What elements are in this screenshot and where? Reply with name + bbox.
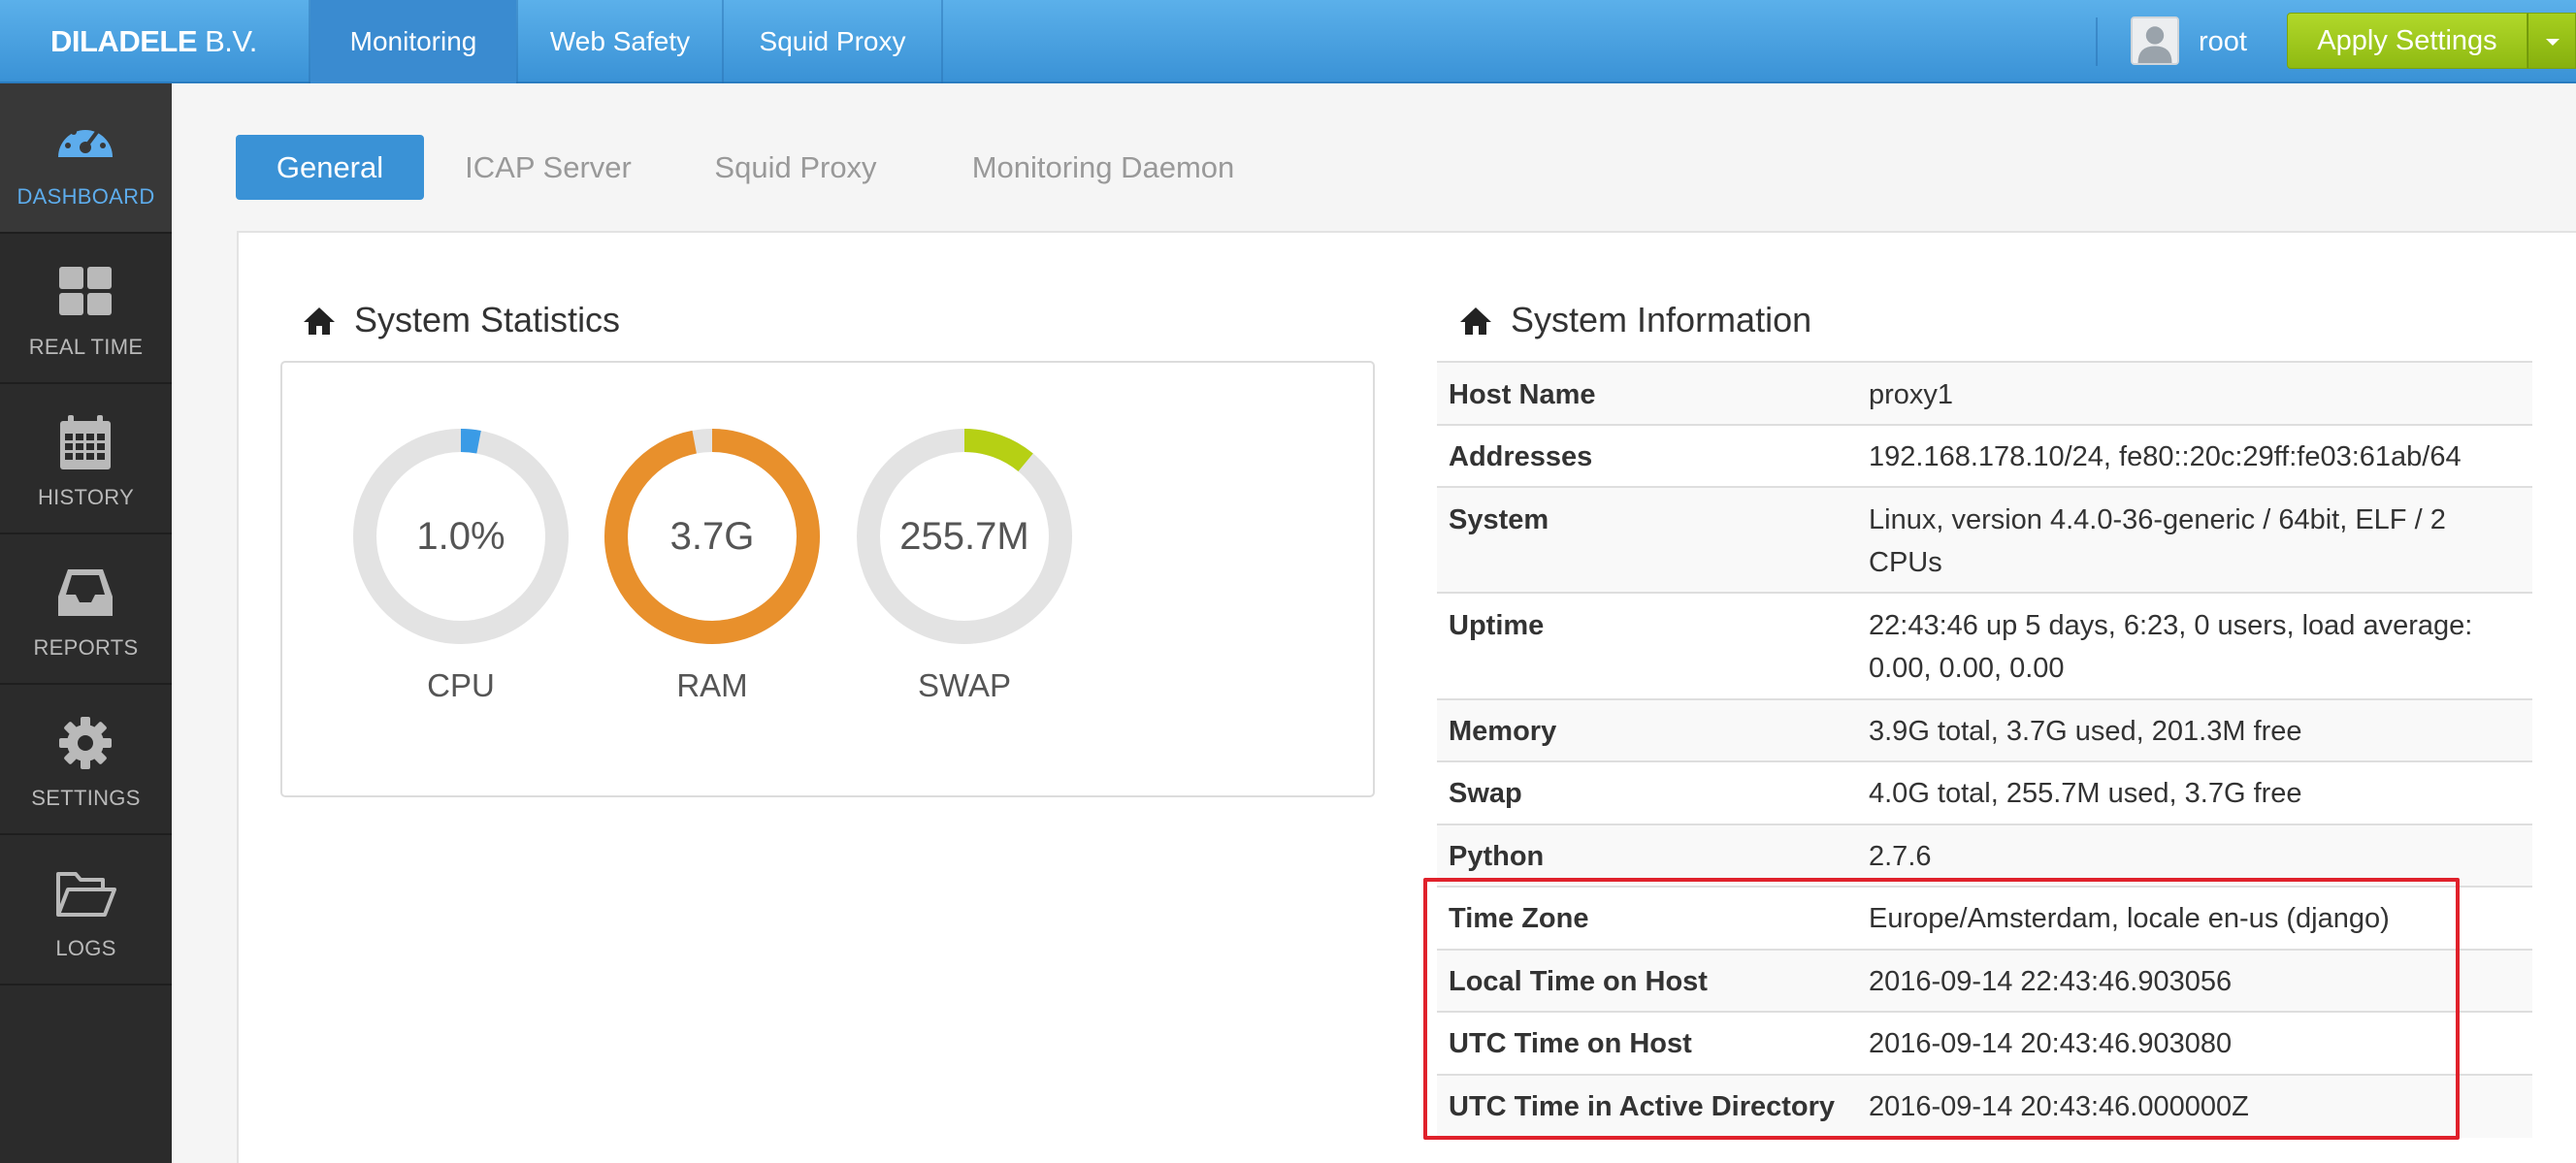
home-icon [304, 307, 335, 335]
sidebar-label: REPORTS [33, 635, 139, 660]
table-row: System Linux, version 4.4.0-36-generic /… [1437, 488, 2532, 594]
inbox-tray-icon [58, 569, 113, 616]
table-row: Uptime 22:43:46 up 5 days, 6:23, 0 users… [1437, 594, 2532, 700]
row-key: Swap [1449, 778, 1522, 809]
sidebar-label: DASHBOARD [16, 184, 155, 209]
highlight-annotation-box [1423, 878, 2460, 1140]
top-navbar: DILADELE B.V. Monitoring Web Safety Squi… [0, 0, 2576, 83]
row-key: Addresses [1449, 441, 1593, 472]
table-row: Addresses 192.168.178.10/24, fe80::20c:2… [1437, 426, 2532, 488]
tab-icap-server[interactable]: ICAP Server [448, 135, 648, 200]
sidebar-item-reports[interactable]: REPORTS [0, 534, 172, 685]
ram-gauge: 3.7G [596, 420, 829, 653]
cpu-gauge: 1.0% [344, 420, 577, 653]
system-information-heading: System Information [1459, 296, 2041, 344]
row-value: Linux, version 4.4.0-36-generic / 64bit,… [1869, 504, 2446, 578]
folder-open-icon [56, 872, 116, 917]
ram-label: RAM [676, 667, 748, 703]
row-key: Python [1449, 841, 1545, 872]
cpu-label: CPU [427, 667, 495, 703]
table-row: Swap 4.0G total, 255.7M used, 3.7G free [1437, 762, 2532, 825]
brand-logo[interactable]: DILADELE B.V. [50, 0, 257, 83]
tab-squid-proxy[interactable]: Squid Proxy [692, 135, 899, 200]
user-avatar-icon[interactable] [2131, 16, 2179, 65]
row-key: Uptime [1449, 610, 1545, 641]
user-menu[interactable]: root [2199, 0, 2247, 83]
sidebar-label: SETTINGS [31, 786, 141, 810]
sidebar-item-real-time[interactable]: REAL TIME [0, 234, 172, 384]
gear-icon [59, 717, 112, 769]
grid-icon [59, 267, 112, 315]
section-title: System Statistics [354, 300, 621, 339]
apply-settings-button[interactable]: Apply Settings [2287, 13, 2527, 69]
row-value: 192.168.178.10/24, fe80::20c:29ff:fe03:6… [1869, 441, 2462, 472]
nav-monitoring[interactable]: Monitoring [310, 0, 516, 83]
row-value: 4.0G total, 255.7M used, 3.7G free [1869, 778, 2302, 809]
sidebar-label: LOGS [55, 936, 116, 960]
row-value: 22:43:46 up 5 days, 6:23, 0 users, load … [1869, 610, 2473, 684]
row-value: 3.9G total, 3.7G used, 201.3M free [1869, 716, 2302, 747]
sidebar: DASHBOARD REAL TIME HISTORY REPORTS SETT… [0, 83, 172, 1163]
row-key: System [1449, 504, 1549, 535]
dashboard-gauge-icon [58, 123, 113, 157]
system-statistics-heading: System Statistics [303, 296, 788, 344]
tab-general[interactable]: General [236, 135, 424, 200]
section-title: System Information [1511, 300, 1812, 339]
cpu-value: 1.0% [416, 515, 505, 558]
nav-squid-proxy[interactable]: Squid Proxy [724, 0, 941, 83]
apply-settings-dropdown-toggle[interactable] [2527, 13, 2576, 69]
swap-gauge: 255.7M [848, 420, 1081, 653]
sidebar-label: HISTORY [37, 485, 135, 509]
sidebar-label: REAL TIME [28, 335, 144, 359]
swap-label: SWAP [918, 667, 1011, 703]
row-value: proxy1 [1869, 379, 1954, 410]
nav-divider [941, 0, 943, 83]
user-divider [2096, 17, 2098, 66]
brand-name: DILADELE [50, 24, 198, 58]
sidebar-item-logs[interactable]: LOGS [0, 835, 172, 985]
brand-suffix: B.V. [205, 24, 257, 58]
tab-monitoring-daemon[interactable]: Monitoring Daemon [943, 135, 1263, 200]
row-key: Memory [1449, 716, 1557, 747]
row-value: 2.7.6 [1869, 841, 1932, 872]
sidebar-item-settings[interactable]: SETTINGS [0, 685, 172, 835]
table-row: Memory 3.9G total, 3.7G used, 201.3M fre… [1437, 700, 2532, 762]
swap-value: 255.7M [899, 515, 1029, 558]
home-icon [1460, 307, 1491, 335]
sidebar-item-dashboard[interactable]: DASHBOARD [0, 83, 172, 234]
calendar-icon [60, 415, 111, 469]
row-key: Host Name [1449, 379, 1596, 410]
table-row: Host Name proxy1 [1437, 363, 2532, 426]
ram-value: 3.7G [669, 515, 755, 558]
sidebar-item-history[interactable]: HISTORY [0, 384, 172, 534]
nav-web-safety[interactable]: Web Safety [518, 0, 722, 83]
